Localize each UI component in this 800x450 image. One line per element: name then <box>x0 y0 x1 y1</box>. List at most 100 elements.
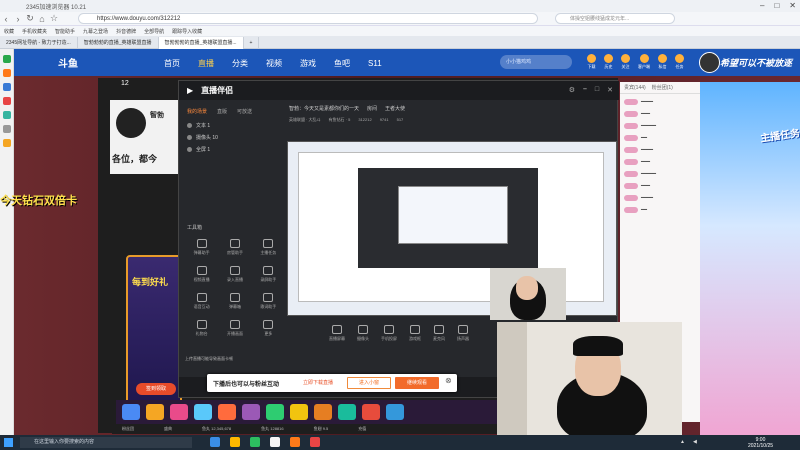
tool-screen[interactable]: 录屏助手 <box>252 266 285 283</box>
tool-gift[interactable]: 礼物台 <box>185 320 218 337</box>
bookmark-item[interactable]: 收藏 <box>4 28 14 35</box>
browser-tab[interactable]: 2345网址导航 - 致力于打造... <box>0 36 78 49</box>
close-icon[interactable]: ⊗ <box>445 376 452 385</box>
close-icon[interactable]: ✕ <box>607 86 613 94</box>
tool-danmaku[interactable]: 弹幕助手 <box>185 239 218 256</box>
stream-preview[interactable] <box>287 141 617 316</box>
streamer-avatar[interactable] <box>116 108 146 138</box>
browser-search-input[interactable]: 体操空姐腰线猛成龙元年... <box>555 13 675 24</box>
fan-club-label[interactable]: 粉丝团 <box>122 426 134 432</box>
phone-cast-button[interactable]: 手机投屏 <box>381 325 397 342</box>
speaker-button[interactable]: 扬声器 <box>457 325 469 342</box>
prompt-link[interactable]: 立即下载直播 <box>303 379 333 386</box>
nav-item[interactable]: S11 <box>368 59 382 68</box>
app-icon[interactable] <box>2 125 11 133</box>
bookmark-item[interactable]: 九幕之登场 <box>83 28 108 35</box>
task-button[interactable]: 任务 <box>675 54 684 70</box>
settings-icon[interactable]: ⚙ <box>569 86 575 94</box>
bookmark-item[interactable]: 跟踪导入收藏 <box>172 28 202 35</box>
minimize-icon[interactable]: – <box>760 1 764 10</box>
tool-danmaku-box[interactable]: 弹幕箱 <box>218 293 251 310</box>
minimize-icon[interactable]: – <box>583 86 587 94</box>
network-icon[interactable]: ▲ <box>680 439 685 445</box>
taskbar-search-input[interactable]: 在这里输入你要搜索的内容 <box>20 437 192 448</box>
message-button[interactable]: 私信 <box>658 54 667 70</box>
gift-item[interactable] <box>314 404 332 420</box>
app-icon[interactable] <box>230 437 240 447</box>
screen-capture-button[interactable]: 直播屏幕 <box>329 325 345 342</box>
browser-tab[interactable]: 智勃勃勃的直播_英雄联盟直播 <box>78 36 159 49</box>
gift-item[interactable] <box>218 404 236 420</box>
app-icon[interactable] <box>250 437 260 447</box>
tab-broadcast[interactable]: 可放送 <box>237 108 252 115</box>
user-avatar[interactable] <box>699 52 720 73</box>
recharge-button[interactable]: 充值 <box>358 426 366 432</box>
volume-icon[interactable]: ◀ <box>693 439 697 445</box>
app-icon[interactable] <box>2 111 11 119</box>
nav-item-active[interactable]: 直播 <box>198 58 214 69</box>
bookmark-item[interactable]: 手机收藏夹 <box>22 28 47 35</box>
camera-button[interactable]: 摄像头 <box>357 325 369 342</box>
gift-item[interactable] <box>266 404 284 420</box>
history-button[interactable]: 历史 <box>604 54 613 70</box>
event-label[interactable]: 盛典 <box>164 426 172 432</box>
client-button[interactable]: 客户端 <box>638 54 650 70</box>
site-search-input[interactable]: 小小猫鸡鸡 <box>500 55 572 69</box>
site-logo[interactable]: 斗鱼 <box>58 55 78 70</box>
app-icon[interactable] <box>2 97 11 105</box>
app-icon[interactable] <box>310 437 320 447</box>
forward-icon[interactable]: › <box>12 14 24 24</box>
tool-task[interactable]: 主播任务 <box>252 239 285 256</box>
app-icon[interactable] <box>270 437 280 447</box>
nav-item[interactable]: 首页 <box>164 58 180 69</box>
nav-item[interactable]: 视频 <box>266 58 282 69</box>
app-icon[interactable] <box>210 437 220 447</box>
maximize-icon[interactable]: □ <box>595 86 599 94</box>
refresh-icon[interactable]: ↻ <box>24 13 36 24</box>
tool-lyrics[interactable]: 歌词助手 <box>252 293 285 310</box>
follow-button[interactable]: 关注 <box>621 54 630 70</box>
close-icon[interactable]: ✕ <box>789 1 796 10</box>
continue-watching-button[interactable]: 继续观看 <box>395 377 439 389</box>
gift-item[interactable] <box>170 404 188 420</box>
nav-item[interactable]: 鱼吧 <box>334 58 350 69</box>
maximize-icon[interactable]: □ <box>774 1 779 10</box>
download-button[interactable]: 下载 <box>587 54 596 70</box>
system-clock[interactable]: 9:00 2021/10/25 <box>748 437 773 449</box>
gift-item[interactable] <box>122 404 140 420</box>
gift-item[interactable] <box>146 404 164 420</box>
app-icon[interactable] <box>2 83 11 91</box>
tool-admin[interactable]: 房管助手 <box>218 239 251 256</box>
gift-item[interactable] <box>194 404 212 420</box>
gift-item[interactable] <box>362 404 380 420</box>
new-tab-icon[interactable]: + <box>244 36 260 49</box>
star-icon[interactable]: ☆ <box>48 13 60 24</box>
tool-record[interactable]: 录入直播 <box>218 266 251 283</box>
game-capture-button[interactable]: 游戏框 <box>409 325 421 342</box>
nav-item[interactable]: 分类 <box>232 58 248 69</box>
tool-cover[interactable]: 开播画面 <box>218 320 251 337</box>
microphone-button[interactable]: 麦克风 <box>433 325 445 342</box>
source-item[interactable]: 文本 1 <box>183 119 283 131</box>
windows-start-icon[interactable] <box>4 438 13 447</box>
home-icon[interactable]: ⌂ <box>36 14 48 24</box>
tool-video[interactable]: 视频直播 <box>185 266 218 283</box>
source-item[interactable]: 摄像头 10 <box>183 131 283 143</box>
category-label[interactable]: 王者大使 <box>385 105 405 112</box>
tool-voice[interactable]: 语音互动 <box>185 293 218 310</box>
tab-vip[interactable]: 贵宾(144) <box>624 84 646 91</box>
browser-tab-active[interactable]: 智勃勃勃的直播_英雄联盟直播... <box>158 36 244 49</box>
bookmark-item[interactable]: 智能助手 <box>55 28 75 35</box>
streamer-name[interactable]: 智勃 <box>150 110 164 120</box>
checkin-button[interactable]: 签到领取 <box>136 383 176 395</box>
nav-item[interactable]: 游戏 <box>300 58 316 69</box>
gift-item[interactable] <box>242 404 260 420</box>
tool-more[interactable]: 更多 <box>252 320 285 337</box>
source-item[interactable]: 全屏 1 <box>183 143 283 155</box>
tab-direct[interactable]: 直版 <box>217 108 227 115</box>
gift-item[interactable] <box>338 404 356 420</box>
back-icon[interactable]: ‹ <box>0 14 12 24</box>
app-icon[interactable] <box>2 139 11 147</box>
gift-item[interactable] <box>290 404 308 420</box>
side-banner[interactable]: 主播任务 <box>700 82 800 442</box>
